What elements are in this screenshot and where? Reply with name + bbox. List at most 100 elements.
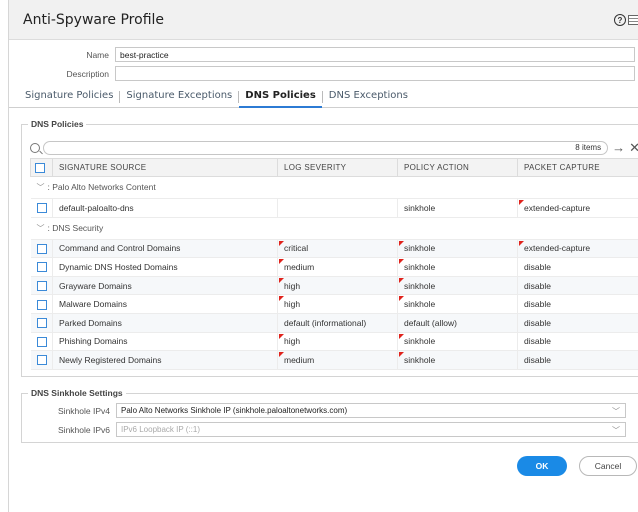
chevron-down-icon[interactable]: ﹀ xyxy=(37,183,45,192)
packet-capture-cell[interactable]: disable xyxy=(517,332,638,352)
signature-source-cell: Newly Registered Domains xyxy=(52,350,278,370)
tab-dns-exceptions[interactable]: DNS Exceptions xyxy=(323,86,414,108)
packet-capture-cell[interactable]: disable xyxy=(517,294,638,314)
description-input[interactable] xyxy=(115,66,635,81)
log-severity-cell[interactable] xyxy=(277,198,398,218)
column-header[interactable]: LOG SEVERITY xyxy=(277,158,398,177)
signature-source-cell: Grayware Domains xyxy=(52,276,278,296)
tab-signature-exceptions[interactable]: Signature Exceptions xyxy=(120,86,238,108)
log-severity-cell[interactable]: high xyxy=(277,276,398,296)
group-label-text: : Palo Alto Networks Content xyxy=(47,182,156,192)
log-severity-cell[interactable]: high xyxy=(277,332,398,352)
name-label: Name xyxy=(86,49,109,60)
sinkhole-ipv4-label: Sinkhole IPv4 xyxy=(58,405,110,416)
dns-policies-table: SIGNATURE SOURCE LOG SEVERITY POLICY ACT… xyxy=(30,158,638,370)
row-checkbox[interactable] xyxy=(36,336,47,347)
policy-action-cell[interactable]: sinkhole xyxy=(397,276,518,296)
row-checkbox-cell xyxy=(30,198,53,218)
row-checkbox-cell xyxy=(30,313,53,333)
select-all-header xyxy=(30,158,53,177)
name-row: Name best-practice xyxy=(9,47,635,62)
sinkhole-ipv6-select[interactable]: IPv6 Loopback IP (::1) ﹀ xyxy=(116,422,626,437)
row-checkbox-cell xyxy=(30,239,53,259)
policy-action-cell[interactable]: sinkhole xyxy=(397,294,518,314)
search-input[interactable]: 8 items xyxy=(43,140,609,155)
table-row[interactable]: Dynamic DNS Hosted Domains medium sinkhole… xyxy=(30,257,638,277)
row-checkbox[interactable] xyxy=(36,355,47,366)
signature-source-cell: Parked Domains xyxy=(52,313,278,333)
packet-capture-cell[interactable]: disable xyxy=(517,257,638,277)
group-row[interactable]: ﹀: Palo Alto Networks Content xyxy=(30,176,638,199)
tab-signature-policies[interactable]: Signature Policies xyxy=(19,86,119,108)
column-header[interactable]: POLICY ACTION xyxy=(397,158,518,177)
policy-action-cell[interactable]: sinkhole xyxy=(397,350,518,370)
table-row[interactable]: default-paloalto-dns sinkhole extended-cap… xyxy=(30,198,638,218)
name-input[interactable]: best-practice xyxy=(115,47,635,62)
row-checkbox[interactable] xyxy=(36,280,47,291)
sinkhole-ipv4-select[interactable]: Palo Alto Networks Sinkhole IP (sinkhole… xyxy=(116,403,626,418)
dialog-title: Anti-Spyware Profile xyxy=(23,11,165,28)
row-checkbox-cell xyxy=(30,276,53,296)
column-header[interactable]: SIGNATURE SOURCE xyxy=(52,158,278,177)
row-checkbox[interactable] xyxy=(36,203,47,214)
signature-source-cell: default-paloalto-dns xyxy=(52,198,278,218)
log-severity-cell[interactable]: critical xyxy=(277,239,398,259)
sinkhole-ipv4-row: Sinkhole IPv4 Palo Alto Networks Sinkhol… xyxy=(10,403,626,418)
packet-capture-cell[interactable]: extended-capture xyxy=(517,198,638,218)
packet-capture-cell[interactable]: disable xyxy=(517,350,638,370)
group-row[interactable]: ﹀: DNS Security xyxy=(30,217,638,240)
row-checkbox[interactable] xyxy=(36,243,47,254)
sinkhole-group: DNS Sinkhole Settings Sinkhole IPv4 Palo… xyxy=(21,388,638,443)
table-header-row: SIGNATURE SOURCE LOG SEVERITY POLICY ACT… xyxy=(30,158,638,177)
table-row[interactable]: Newly Registered Domains medium sinkhole di… xyxy=(30,350,638,370)
chevron-down-icon[interactable]: ﹀ xyxy=(37,224,45,233)
sinkhole-ipv4-value: Palo Alto Networks Sinkhole IP (sinkhole… xyxy=(121,406,348,415)
dns-policies-legend: DNS Policies xyxy=(28,119,87,129)
group-label: ﹀: DNS Security xyxy=(30,217,638,240)
policy-action-cell[interactable]: sinkhole xyxy=(397,257,518,277)
sinkhole-ipv6-row: Sinkhole IPv6 IPv6 Loopback IP (::1) ﹀ xyxy=(10,422,626,437)
log-severity-cell[interactable]: high xyxy=(277,294,398,314)
row-checkbox-cell xyxy=(30,294,53,314)
help-icon[interactable]: ? xyxy=(614,14,626,26)
table-body: ﹀: Palo Alto Networks Content default-pal… xyxy=(30,176,638,370)
log-severity-cell[interactable]: default (informational) xyxy=(277,313,398,333)
table-row[interactable]: Malware Domains high sinkhole disable xyxy=(30,294,638,314)
sinkhole-legend: DNS Sinkhole Settings xyxy=(28,388,126,398)
packet-capture-cell[interactable]: disable xyxy=(517,276,638,296)
packet-capture-cell[interactable]: extended-capture xyxy=(517,239,638,259)
chevron-down-icon: ﹀ xyxy=(612,426,620,435)
tab-dns-policies[interactable]: DNS Policies xyxy=(239,86,322,108)
tab-bar: Signature Policies Signature Exceptions … xyxy=(9,86,638,108)
policy-action-cell[interactable]: sinkhole xyxy=(397,239,518,259)
document-icon[interactable] xyxy=(628,15,638,25)
signature-source-cell: Malware Domains xyxy=(52,294,278,314)
dns-policies-group: DNS Policies 8 items → ✕ SIGNATURE SOURC… xyxy=(21,119,638,377)
row-checkbox[interactable] xyxy=(36,299,47,310)
signature-source-cell: Phishing Domains xyxy=(52,332,278,352)
arrow-right-icon[interactable]: → xyxy=(612,141,625,154)
row-checkbox-cell xyxy=(30,332,53,352)
close-icon[interactable]: ✕ xyxy=(629,141,638,154)
select-all-checkbox[interactable] xyxy=(35,162,45,173)
sinkhole-ipv6-value: IPv6 Loopback IP (::1) xyxy=(121,425,201,434)
cancel-button[interactable]: Cancel xyxy=(579,456,637,476)
table-row[interactable]: Phishing Domains high sinkhole disable xyxy=(30,332,638,352)
chevron-down-icon: ﹀ xyxy=(612,407,620,416)
column-header[interactable]: PACKET CAPTURE xyxy=(517,158,638,177)
row-checkbox[interactable] xyxy=(36,262,47,273)
policy-action-cell[interactable]: sinkhole xyxy=(397,332,518,352)
row-checkbox[interactable] xyxy=(36,318,47,329)
log-severity-cell[interactable]: medium xyxy=(277,257,398,277)
table-row[interactable]: Grayware Domains high sinkhole disable xyxy=(30,276,638,296)
signature-source-cell: Dynamic DNS Hosted Domains xyxy=(52,257,278,277)
policy-action-cell[interactable]: sinkhole xyxy=(397,198,518,218)
packet-capture-cell[interactable]: disable xyxy=(517,313,638,333)
log-severity-cell[interactable]: medium xyxy=(277,350,398,370)
table-row[interactable]: Parked Domains default (informational) def… xyxy=(30,313,638,333)
title-icons: ? xyxy=(614,14,638,26)
ok-button[interactable]: OK xyxy=(517,456,567,476)
anti-spyware-dialog: Anti-Spyware Profile ? Name best-practic… xyxy=(8,0,638,512)
table-row[interactable]: Command and Control Domains critical sinkh… xyxy=(30,239,638,259)
policy-action-cell[interactable]: default (allow) xyxy=(397,313,518,333)
